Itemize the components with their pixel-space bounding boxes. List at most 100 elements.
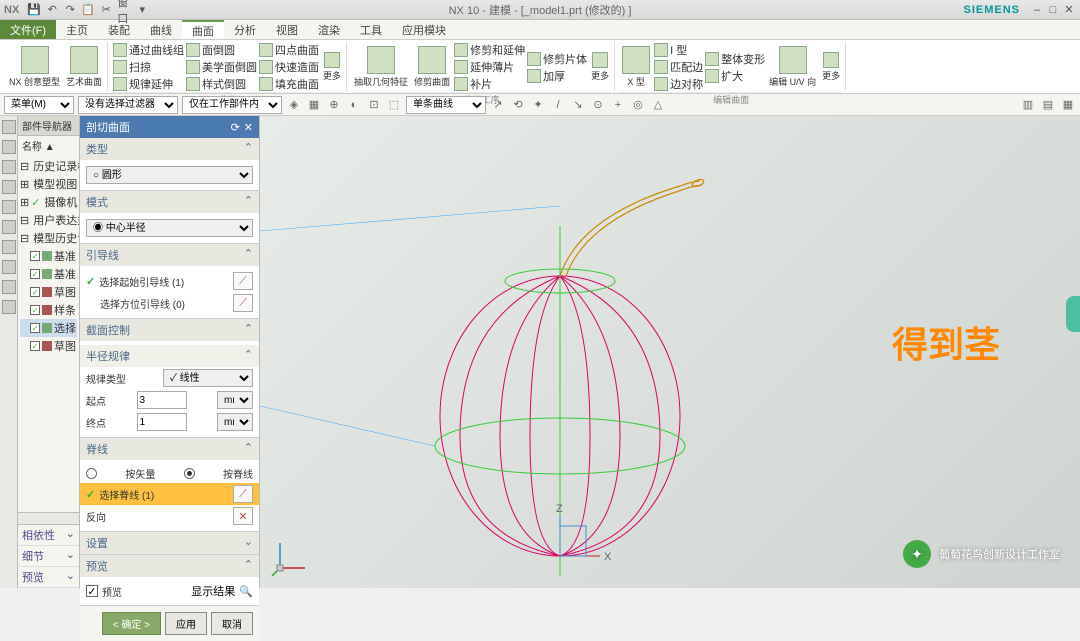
aesthetic-blend-button[interactable]: 美学面倒圆 — [186, 59, 257, 75]
rail-icon[interactable] — [2, 280, 16, 294]
patch-button[interactable]: 补片 — [454, 76, 525, 92]
section-spine-header[interactable]: 脊线⌃ — [80, 438, 259, 460]
edit-uv-button[interactable]: 编辑 U/V 向 — [767, 45, 818, 89]
tree-item[interactable]: ⊟模型历史记 — [20, 229, 77, 247]
tool-icon[interactable]: ⊙ — [590, 97, 606, 113]
art-surface-button[interactable]: 艺术曲面 — [64, 45, 104, 89]
dialog-close-icon[interactable]: ✕ — [244, 121, 253, 134]
curve-picker-icon[interactable]: ⟋ — [233, 485, 253, 503]
tool-icon[interactable]: / — [550, 97, 566, 113]
tool-icon[interactable]: ↗ — [490, 97, 506, 113]
law-extend-button[interactable]: 规律延伸 — [113, 76, 184, 92]
dialog-menu-icon[interactable]: ⟳ — [231, 121, 240, 134]
law-type-select[interactable]: ✓ 线性 — [163, 369, 253, 387]
tool-icon[interactable]: ◐ — [346, 97, 362, 113]
x-type-button[interactable]: X 型 — [620, 45, 652, 89]
nav-section[interactable]: 细节⌄ — [18, 546, 79, 567]
tool-icon[interactable]: ⊕ — [326, 97, 342, 113]
dropdown-icon[interactable]: ▾ — [135, 3, 149, 17]
thicken-button[interactable]: 加厚 — [527, 68, 587, 84]
tool-icon[interactable]: ⬚ — [386, 97, 402, 113]
view-icon[interactable]: ▥ — [1020, 97, 1036, 113]
tool-icon[interactable]: △ — [650, 97, 666, 113]
tree-item[interactable]: ⊞✓摄像机 — [20, 193, 77, 211]
dialog-titlebar[interactable]: 剖切曲面 ⟳✕ — [80, 116, 259, 138]
tree-item[interactable]: ⊟历史记录模 — [20, 157, 77, 175]
view-triad[interactable] — [270, 538, 310, 578]
cut-icon[interactable]: ✂ — [99, 3, 113, 17]
rail-icon[interactable] — [2, 160, 16, 174]
redo-icon[interactable]: ↷ — [63, 3, 77, 17]
tree-item[interactable]: ✓草图 — [20, 283, 77, 301]
nx-realize-button[interactable]: NX 创意塑型 — [7, 45, 62, 89]
tab-curve[interactable]: 曲线 — [140, 20, 182, 39]
rail-icon[interactable] — [2, 200, 16, 214]
tool-icon[interactable]: ◎ — [630, 97, 646, 113]
3d-viewport[interactable]: X Z 得到茎 ✦ 葡萄花鸟创新设计工作室 — [260, 116, 1080, 588]
tool-icon[interactable]: ◈ — [286, 97, 302, 113]
filter-dropdown[interactable]: 没有选择过滤器 — [78, 96, 178, 114]
window-menu[interactable]: 窗口 — [117, 3, 131, 17]
trim-sheet-button[interactable]: 修剪片体 — [527, 51, 587, 67]
maximize-icon[interactable]: □ — [1046, 4, 1060, 16]
rail-icon[interactable] — [2, 260, 16, 274]
section-preview-header[interactable]: 预览⌃ — [80, 555, 259, 577]
style-blend-button[interactable]: 样式倒圆 — [186, 76, 257, 92]
menu-dropdown[interactable]: 菜单(M) — [4, 96, 74, 114]
copy-icon[interactable]: 📋 — [81, 3, 95, 17]
tab-analysis[interactable]: 分析 — [224, 20, 266, 39]
four-point-button[interactable]: 四点曲面 — [259, 42, 319, 58]
refresh-icon[interactable]: 🔍 — [239, 585, 253, 598]
end-input[interactable] — [137, 413, 187, 431]
tool-icon[interactable]: ↘ — [570, 97, 586, 113]
match-edge-button[interactable]: 匹配边 — [654, 59, 703, 75]
tool-icon[interactable]: + — [610, 97, 626, 113]
rail-icon[interactable] — [2, 120, 16, 134]
spine-select-label[interactable]: 选择脊线 (1) — [99, 487, 229, 502]
more-surface-button[interactable]: 更多 — [321, 51, 343, 83]
reverse-icon[interactable]: ✕ — [233, 507, 253, 525]
i-type-button[interactable]: I 型 — [654, 42, 703, 58]
scrollbar-h[interactable] — [18, 512, 79, 524]
by-vector-radio[interactable] — [86, 468, 97, 479]
unit-select[interactable]: mm — [217, 391, 253, 409]
unit-select[interactable]: mm — [217, 413, 253, 431]
tool-icon[interactable]: ✦ — [530, 97, 546, 113]
guide-dir-label[interactable]: 选择方位引导线 (0) — [86, 296, 229, 311]
sweep-button[interactable]: 扫掠 — [113, 59, 184, 75]
curve-filter-dropdown[interactable]: 单条曲线 — [406, 96, 486, 114]
preview-checkbox[interactable]: ✓ — [86, 585, 98, 597]
type-select[interactable]: ○ 圆形 — [86, 166, 253, 184]
tree-item[interactable]: ✓基准 — [20, 247, 77, 265]
file-menu[interactable]: 文件(F) — [0, 20, 56, 39]
tab-app[interactable]: 应用模块 — [392, 20, 456, 39]
tab-view[interactable]: 视图 — [266, 20, 308, 39]
rail-icon[interactable] — [2, 180, 16, 194]
view-icon[interactable]: ▤ — [1040, 97, 1056, 113]
rail-icon[interactable] — [2, 220, 16, 234]
close-icon[interactable]: ✕ — [1062, 4, 1076, 16]
curve-picker-icon[interactable]: ⟋ — [233, 294, 253, 312]
global-deform-button[interactable]: 整体变形 — [705, 51, 765, 67]
undo-icon[interactable]: ↶ — [45, 3, 59, 17]
rail-icon[interactable] — [2, 140, 16, 154]
tree-item[interactable]: ✓选择 — [20, 319, 77, 337]
section-guide-header[interactable]: 引导线⌃ — [80, 244, 259, 266]
side-tab[interactable] — [1066, 296, 1080, 332]
by-spine-radio[interactable] — [184, 468, 195, 479]
tree-item[interactable]: ⊞模型视图 — [20, 175, 77, 193]
section-type-header[interactable]: 类型⌃ — [80, 138, 259, 160]
tool-icon[interactable]: ⟲ — [510, 97, 526, 113]
tab-tools[interactable]: 工具 — [350, 20, 392, 39]
scope-dropdown[interactable]: 仅在工作部件内 — [182, 96, 282, 114]
show-result-button[interactable]: 显示结果 — [191, 583, 235, 599]
tab-render[interactable]: 渲染 — [308, 20, 350, 39]
extract-geom-button[interactable]: 抽取几何特征 — [352, 45, 410, 89]
tree-item[interactable]: ✓草图 — [20, 337, 77, 355]
more-ops-button[interactable]: 更多 — [589, 51, 611, 83]
section-settings-header[interactable]: 设置⌄ — [80, 532, 259, 554]
extend-sheet-button[interactable]: 延伸薄片 — [454, 59, 525, 75]
rail-icon[interactable] — [2, 240, 16, 254]
tool-icon[interactable]: ▦ — [306, 97, 322, 113]
more-edit-button[interactable]: 更多 — [820, 51, 842, 83]
